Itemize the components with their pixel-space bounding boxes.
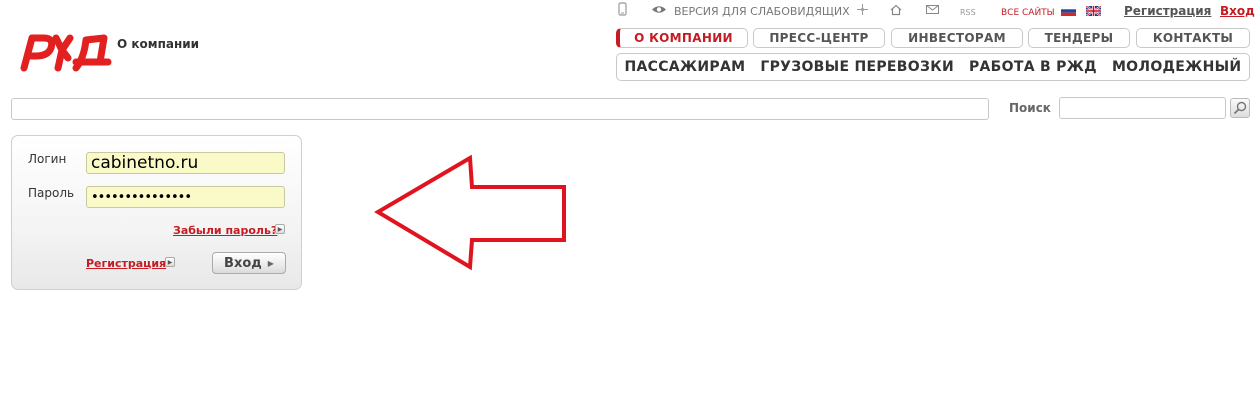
header-register-link[interactable]: Регистрация <box>1124 4 1211 18</box>
rzd-logo[interactable] <box>18 28 112 72</box>
nav-contacts[interactable]: КОНТАКТЫ <box>1136 28 1250 48</box>
rss-link[interactable]: RSS <box>960 8 976 17</box>
nav-youth[interactable]: МОЛОДЕЖНЫЙ <box>1112 59 1241 75</box>
login-submit-label: Вход <box>224 255 262 271</box>
forgot-password-link[interactable]: Забыли пароль? <box>173 224 277 237</box>
password-label: Пароль <box>28 186 75 200</box>
nav-about-company[interactable]: О КОМПАНИИ <box>616 28 748 48</box>
nav-tenders[interactable]: ТЕНДЕРЫ <box>1028 28 1130 48</box>
forgot-arrow-icon[interactable]: ▶ <box>275 224 285 234</box>
flag-uk-icon[interactable] <box>1086 6 1101 16</box>
all-sites-link[interactable]: ВСЕ САЙТЫ <box>1001 8 1055 18</box>
sitemap-icon[interactable] <box>856 3 869 16</box>
password-input[interactable] <box>86 186 285 208</box>
nav-investors[interactable]: ИНВЕСТОРАМ <box>891 28 1023 48</box>
magnifier-icon <box>1233 101 1247 115</box>
login-submit-button[interactable]: Вход ▶ <box>212 252 286 274</box>
search-label: Поиск <box>1009 101 1051 115</box>
mail-icon[interactable] <box>926 5 939 14</box>
arrow-left-annotation <box>374 154 566 271</box>
nav-careers[interactable]: РАБОТА В РЖД <box>969 59 1097 75</box>
header-login-link[interactable]: Вход <box>1220 4 1255 18</box>
eye-icon[interactable] <box>651 4 667 15</box>
about-company-link[interactable]: О компании <box>117 37 199 51</box>
search-button[interactable] <box>1230 98 1250 118</box>
vision-version-link[interactable]: ВЕРСИЯ ДЛЯ СЛАБОВИДЯЩИХ <box>674 5 850 18</box>
login-label: Логин <box>28 152 67 166</box>
register-link[interactable]: Регистрация <box>86 257 166 270</box>
register-arrow-icon[interactable]: ▶ <box>165 257 175 267</box>
nav-freight[interactable]: ГРУЗОВЫЕ ПЕРЕВОЗКИ <box>760 59 954 75</box>
phone-icon[interactable] <box>618 2 627 16</box>
nav-passengers[interactable]: ПАССАЖИРАМ <box>625 59 746 75</box>
flag-ru-icon[interactable] <box>1061 6 1076 16</box>
breadcrumb-bar <box>11 98 989 120</box>
home-icon[interactable] <box>890 4 902 16</box>
search-input[interactable] <box>1059 97 1226 119</box>
login-input[interactable] <box>86 152 285 174</box>
secondary-nav: ПАССАЖИРАМ ГРУЗОВЫЕ ПЕРЕВОЗКИ РАБОТА В Р… <box>616 53 1250 81</box>
nav-press-center[interactable]: ПРЕСС-ЦЕНТР <box>753 28 885 48</box>
play-icon: ▶ <box>267 258 274 268</box>
